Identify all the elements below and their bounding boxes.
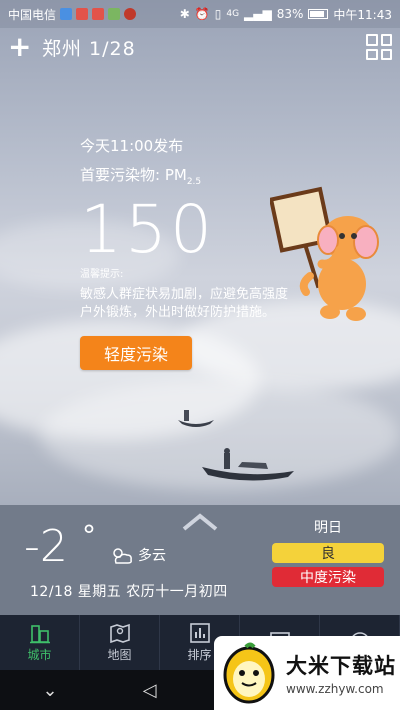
battery-icon [308,9,329,19]
city-title[interactable]: 郑州 1/28 [42,34,136,61]
app-notification-icon [76,8,89,20]
city-icon [29,625,50,644]
pollutant-subscript: 2.5 [186,177,202,187]
tab-label: 城市 [27,648,52,662]
tab-label: 排序 [187,648,212,662]
weather-panel[interactable]: -2 ° 多云 12/18 星期五 农历十一月初四 明日 良 中度污染 [0,505,400,615]
tomorrow-label: 明日 [314,520,342,536]
shield-icon [60,8,73,20]
status-bar: 中国电信 ✱ ⏰ ▯ 4G ▂▄▆ 83% 中午11:43 [0,0,400,28]
quality-badge-moderate: 中度污染 [272,567,384,587]
back-icon[interactable]: ◁ [143,680,157,701]
watermark-url: www.zzhyw.com [286,682,384,696]
primary-pollutant-label: 首要污染物: PM [80,166,187,184]
elephant-mascot-icon [270,186,379,321]
date-line: 12/18 星期五 农历十一月初四 [30,584,228,600]
clock-label: 中午11:43 [333,7,392,22]
ranking-icon [189,623,210,643]
degree-symbol: ° [82,519,96,552]
tab-map[interactable]: 地图 [80,615,160,670]
watermark-logo-icon [223,642,275,704]
tab-city[interactable]: 城市 [0,615,80,670]
alarm-icon: ⏰ [194,7,210,21]
condition-label: 多云 [138,548,166,564]
watermark-title: 大米下载站 [286,654,396,678]
battery-percent: 83% [276,7,304,21]
chevron-down-icon[interactable]: ⌄ [43,680,58,701]
tip-text: 敏感人群症状易加剧，应避免高强度户外锻炼，外出时做好防护措施。 [80,287,289,320]
map-icon [109,623,130,644]
grid-icon[interactable] [366,34,392,60]
app-notification-icon [92,8,105,20]
watermark: 大米下载站 www.zzhyw.com [214,636,400,710]
quality-badge-good: 良 [272,543,384,563]
chevron-up-icon[interactable] [182,513,218,531]
publish-time: 今天11:00发布 [80,137,184,155]
pollution-level-button[interactable]: 轻度污染 [80,336,192,370]
boat-image-1 [178,410,214,427]
tomorrow-forecast[interactable]: 明日 良 中度污染 [272,517,384,591]
app-notification-icon [108,8,121,20]
partly-cloudy-icon [113,548,132,564]
boat-image-2 [202,448,294,481]
signal-type-label: 4G [226,9,240,19]
weather-condition: 多云 [110,545,166,565]
bluetooth-icon: ✱ [179,7,190,21]
carrier-label: 中国电信 [8,7,57,22]
temperature-value: -2 [24,521,68,572]
plus-icon[interactable]: + [8,33,32,61]
vibrate-icon: ▯ [214,7,222,21]
tab-label: 地图 [107,648,132,662]
top-bar: + 郑州 1/28 [0,28,400,66]
signal-icon: ▂▄▆ [244,7,272,21]
location-icon [124,8,137,20]
